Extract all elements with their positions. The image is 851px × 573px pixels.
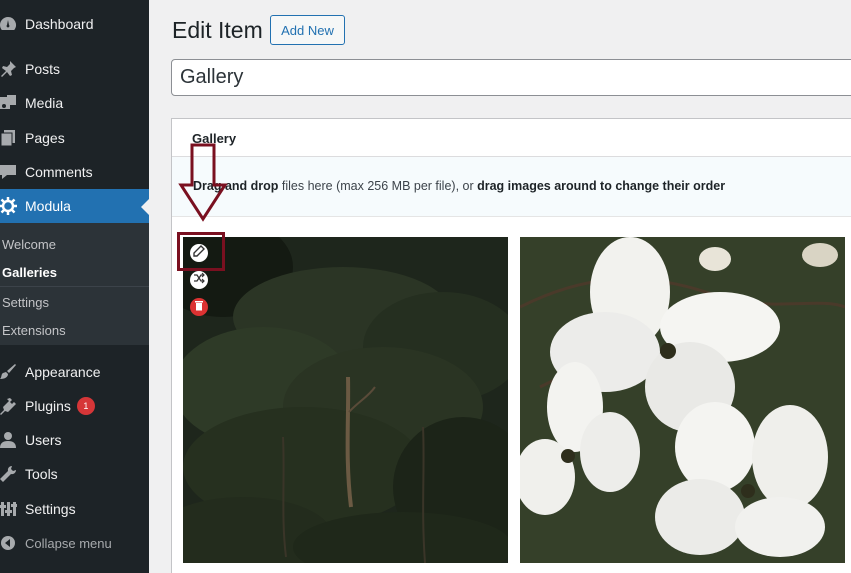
annotation-arrow-icon [178, 143, 228, 222]
submenu-extensions[interactable]: Extensions [2, 323, 66, 338]
wrench-icon [0, 464, 18, 484]
modula-submenu: Welcome Galleries Settings Extensions [0, 223, 149, 345]
submenu-settings[interactable]: Settings [2, 295, 49, 310]
menu-label: Posts [25, 61, 61, 77]
submenu-divider [0, 286, 149, 287]
page-title: Edit Item [172, 17, 263, 43]
menu-label: Modula [25, 198, 71, 214]
menu-settings[interactable]: Settings [0, 492, 149, 526]
annotation-highlight-box [177, 232, 225, 271]
gallery-image-forest[interactable] [183, 237, 508, 563]
menu-users[interactable]: Users [0, 423, 149, 457]
menu-comments[interactable]: Comments [0, 155, 149, 189]
collapse-label: Collapse menu [25, 535, 112, 551]
menu-label: Comments [25, 164, 93, 180]
menu-label: Dashboard [25, 16, 94, 32]
menu-label: Plugins [25, 398, 71, 414]
dropzone-text-normal: files here (max 256 MB per file), or [278, 179, 478, 193]
pin-icon [0, 59, 18, 79]
pages-icon [0, 128, 18, 148]
dropzone-instructions: Drag and drop files here (max 256 MB per… [193, 179, 725, 193]
gallery-image-flowers[interactable] [520, 237, 845, 563]
submenu-galleries[interactable]: Galleries [2, 265, 57, 280]
menu-label: Tools [25, 466, 58, 482]
dashboard-icon [0, 14, 18, 34]
menu-tools[interactable]: Tools [0, 457, 149, 491]
panel-header: Gallery [172, 119, 851, 157]
menu-dashboard[interactable]: Dashboard [0, 7, 149, 41]
shuffle-icon [193, 271, 205, 289]
paintbrush-icon [0, 362, 18, 382]
menu-modula[interactable]: Modula [0, 189, 149, 223]
shuffle-image-button[interactable] [190, 271, 208, 289]
update-count-badge: 1 [76, 397, 95, 415]
menu-label: Pages [25, 130, 65, 146]
gear-icon [0, 196, 18, 216]
menu-media[interactable]: Media [0, 86, 149, 120]
menu-posts[interactable]: Posts [0, 52, 149, 86]
upload-dropzone[interactable]: Drag and drop files here (max 256 MB per… [172, 157, 851, 217]
admin-sidebar: Dashboard Posts Media Pages Comments Mod… [0, 0, 149, 573]
menu-plugins[interactable]: Plugins 1 [0, 389, 149, 423]
dropzone-text-bold-2: drag images around to change their order [477, 179, 726, 193]
collapse-icon [0, 533, 18, 553]
user-icon [0, 430, 18, 450]
add-new-button[interactable]: Add New [270, 15, 345, 45]
menu-pages[interactable]: Pages [0, 121, 149, 155]
settings-icon [0, 499, 18, 519]
plug-icon [0, 396, 18, 416]
menu-label: Appearance [25, 364, 101, 380]
menu-label: Settings [25, 501, 76, 517]
title-input[interactable]: Gallery [171, 59, 851, 96]
menu-label: Users [25, 432, 62, 448]
menu-label: Media [25, 95, 64, 111]
delete-image-button[interactable] [190, 298, 208, 316]
media-icon [0, 93, 18, 113]
comments-icon [0, 162, 18, 182]
submenu-welcome[interactable]: Welcome [2, 237, 56, 252]
collapse-menu-button[interactable]: Collapse menu [0, 526, 149, 560]
menu-appearance[interactable]: Appearance [0, 355, 149, 389]
trash-icon [194, 298, 204, 316]
